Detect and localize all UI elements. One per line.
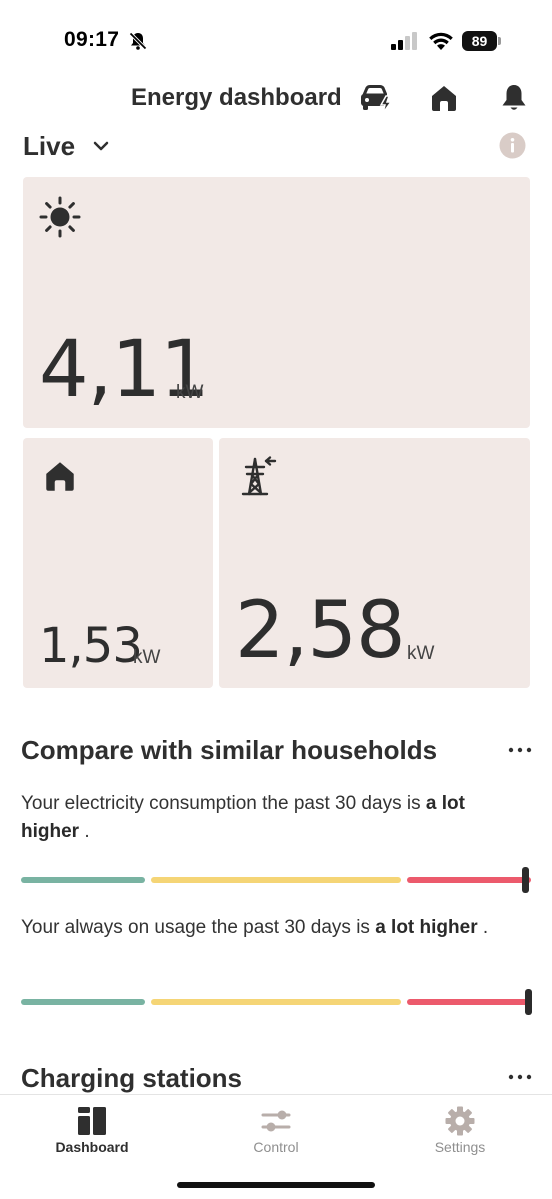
compare-section-title: Compare with similar households	[21, 735, 438, 765]
chevron-down-icon[interactable]	[92, 137, 110, 155]
house-icon[interactable]	[426, 80, 462, 116]
home-consumption-tile[interactable]: 1,53 kW	[23, 438, 213, 688]
home-power-unit: kW	[133, 647, 161, 668]
comparison-text: Your always on usage the past 30 days is	[21, 917, 376, 938]
house-icon	[46, 462, 74, 491]
ev-car-charging-icon[interactable]	[357, 80, 393, 116]
info-icon[interactable]	[499, 132, 526, 159]
consumption-comparison-text: Your electricity consumption the past 30…	[21, 790, 511, 846]
comparison-bar-low	[21, 877, 145, 883]
home-indicator	[177, 1182, 375, 1188]
dashboard-icon	[78, 1107, 106, 1135]
status-bar: 09:17 89	[0, 0, 552, 80]
battery-indicator: 89	[462, 31, 502, 51]
grid-import-tile[interactable]: 2,58 kW	[219, 438, 530, 688]
solar-power-unit: kW	[176, 382, 204, 403]
nav-item-settings[interactable]: Settings	[390, 1095, 530, 1175]
comparison-bar-medium	[151, 877, 401, 883]
comparison-bar-low	[21, 999, 145, 1005]
comparison-suffix: .	[477, 917, 489, 938]
wifi-icon	[429, 32, 453, 50]
more-options-icon[interactable]	[508, 746, 532, 754]
charging-section-title: Charging stations	[21, 1063, 243, 1093]
solar-production-tile[interactable]: 4,11 kW	[23, 177, 530, 428]
nav-label-settings: Settings	[434, 1139, 486, 1155]
comparison-marker	[525, 989, 532, 1015]
always-on-comparison-text: Your always on usage the past 30 days is…	[21, 914, 511, 942]
comparison-level: a lot higher	[375, 917, 478, 938]
comparison-text: Your electricity consumption the past 30…	[21, 793, 426, 814]
comparison-marker	[522, 867, 530, 893]
nav-item-control[interactable]: Control	[206, 1095, 346, 1175]
comparison-bar-medium	[151, 999, 401, 1005]
live-selector-label[interactable]: Live	[23, 131, 75, 162]
battery-level: 89	[462, 31, 497, 51]
cellular-signal-icon	[391, 32, 417, 50]
comparison-bar-high	[407, 999, 531, 1005]
battery-tip	[498, 37, 501, 45]
grid-power-unit: kW	[407, 643, 435, 664]
page-title: Energy dashboard	[131, 84, 342, 111]
nav-label-control: Control	[253, 1139, 299, 1155]
comparison-bar-high	[407, 877, 531, 883]
gear-icon	[445, 1106, 475, 1136]
comparison-suffix: .	[79, 821, 90, 842]
notification-bell-icon[interactable]	[496, 80, 532, 116]
sun-icon	[39, 196, 81, 238]
nav-label-dashboard: Dashboard	[55, 1139, 129, 1155]
more-options-icon[interactable]	[508, 1073, 532, 1081]
nav-item-dashboard[interactable]: Dashboard	[22, 1095, 162, 1175]
status-time: 09:17	[64, 28, 120, 51]
sliders-icon	[261, 1110, 291, 1132]
grid-power-value: 2,58	[235, 586, 406, 676]
home-power-value: 1,53	[39, 618, 143, 674]
power-pylon-icon	[241, 456, 277, 496]
bell-off-icon	[129, 32, 147, 50]
